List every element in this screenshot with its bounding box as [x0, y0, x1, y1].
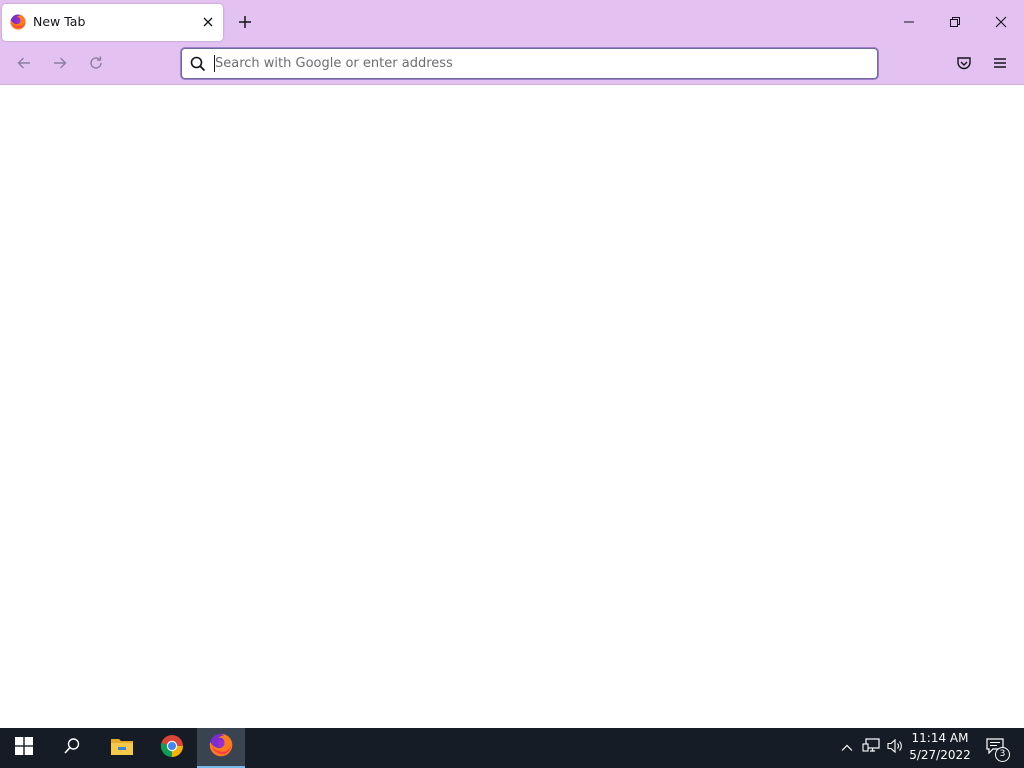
- firefox-icon: [209, 733, 233, 761]
- arrow-left-icon: [16, 55, 32, 75]
- title-bar: New Tab: [0, 0, 1024, 44]
- plus-icon: [238, 14, 252, 33]
- close-window-button[interactable]: [978, 0, 1024, 44]
- clock-time: 11:14 AM: [911, 731, 969, 745]
- notification-count-badge: 3: [995, 747, 1010, 762]
- close-icon: [995, 13, 1007, 32]
- forward-button[interactable]: [47, 52, 73, 78]
- search-icon: [63, 737, 81, 759]
- navigation-toolbar: [0, 44, 1024, 85]
- network-icon: [862, 738, 880, 758]
- minimize-icon: [903, 13, 915, 32]
- pocket-button[interactable]: [951, 52, 977, 78]
- volume-icon: [886, 738, 904, 758]
- clock-date: 5/27/2022: [909, 748, 971, 762]
- start-button[interactable]: [0, 728, 48, 768]
- taskbar-chrome[interactable]: [148, 728, 196, 768]
- action-center-button[interactable]: 3: [978, 728, 1012, 768]
- show-hidden-icons-button[interactable]: [836, 736, 858, 760]
- chevron-up-icon: [841, 739, 853, 758]
- taskbar-clock[interactable]: 11:14 AM 5/27/2022: [908, 730, 972, 766]
- taskbar-file-explorer[interactable]: [98, 728, 146, 768]
- taskbar-firefox[interactable]: [197, 728, 245, 768]
- windows-start-icon: [15, 737, 33, 759]
- network-button[interactable]: [860, 736, 882, 760]
- minimize-button[interactable]: [886, 0, 932, 44]
- restore-button[interactable]: [932, 0, 978, 44]
- restore-icon: [949, 13, 961, 32]
- reload-button[interactable]: [83, 52, 109, 78]
- arrow-right-icon: [52, 55, 68, 75]
- hamburger-menu-icon: [992, 55, 1008, 75]
- close-icon[interactable]: [198, 12, 218, 32]
- app-menu-button[interactable]: [987, 52, 1013, 78]
- taskbar: 11:14 AM 5/27/2022 3: [0, 728, 1024, 768]
- address-bar[interactable]: [181, 48, 878, 79]
- back-button[interactable]: [11, 52, 37, 78]
- new-tab-button[interactable]: [232, 10, 258, 36]
- search-icon: [189, 55, 207, 73]
- firefox-logo-icon: [10, 14, 26, 30]
- volume-button[interactable]: [884, 736, 906, 760]
- reload-icon: [88, 55, 104, 75]
- page-content: [0, 85, 1024, 728]
- tab-new-tab[interactable]: New Tab: [2, 4, 223, 41]
- taskbar-search-button[interactable]: [48, 728, 96, 768]
- pocket-icon: [956, 55, 972, 75]
- folder-icon: [110, 736, 134, 760]
- tab-title: New Tab: [33, 14, 86, 29]
- address-input[interactable]: [215, 52, 855, 75]
- chrome-icon: [160, 734, 184, 762]
